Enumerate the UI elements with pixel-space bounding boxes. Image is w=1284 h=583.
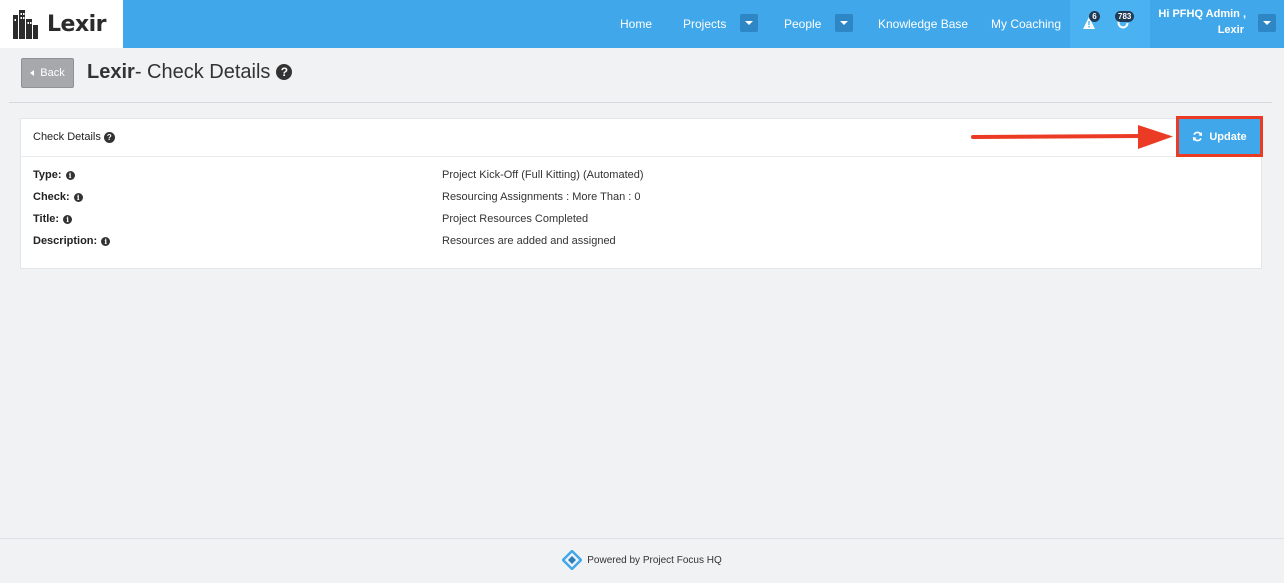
nav-home-label: Home: [620, 17, 653, 31]
nav-my-coaching[interactable]: My Coaching: [991, 0, 1061, 48]
check-value: Resourcing Assignments : More Than : 0: [442, 191, 641, 203]
type-label-text: Type:: [33, 169, 62, 181]
notifications-area: 6 783: [1070, 0, 1150, 48]
nav-people-label: People: [784, 17, 822, 31]
nav-knowledge-base[interactable]: Knowledge Base: [878, 0, 968, 48]
back-button-label: Back: [40, 67, 65, 79]
info-icon[interactable]: i: [63, 214, 73, 224]
update-button-label: Update: [1209, 130, 1247, 143]
info-icon[interactable]: i: [101, 236, 111, 246]
type-label: Type: i: [33, 168, 75, 182]
type-value: Project Kick-Off (Full Kitting) (Automat…: [442, 169, 644, 181]
brand-logo[interactable]: Lexir: [0, 0, 123, 48]
caret-left-icon: [30, 70, 35, 76]
footer-text[interactable]: Powered by Project Focus HQ: [587, 555, 722, 566]
description-value: Resources are added and assigned: [442, 235, 616, 247]
title-label: Title: i: [33, 212, 73, 226]
description-label-text: Description:: [33, 235, 98, 247]
back-button[interactable]: Back: [21, 58, 74, 88]
top-navbar: Lexir Home Projects People Knowledge Bas…: [0, 0, 1284, 48]
nav-projects[interactable]: Projects: [683, 0, 726, 48]
footer-divider: [0, 538, 1284, 539]
footer: Powered by Project Focus HQ: [0, 549, 1284, 571]
page-title-text: - Check Details: [134, 60, 271, 83]
alerts-count-badge: 6: [1089, 11, 1100, 22]
nav-my-coaching-label: My Coaching: [991, 17, 1062, 31]
people-dropdown-toggle[interactable]: [835, 14, 853, 32]
project-focus-logo-icon: [562, 550, 583, 570]
title-label-text: Title:: [33, 213, 60, 225]
logo-text: Lexir: [47, 11, 107, 37]
refresh-icon: [1193, 131, 1203, 142]
page-title-project: Lexir: [87, 60, 135, 83]
nav-home[interactable]: Home: [620, 0, 652, 48]
update-button[interactable]: Update: [1179, 119, 1260, 154]
user-greeting[interactable]: Hi PFHQ Admin , Lexir: [1150, 7, 1246, 37]
update-button-highlight: Update: [1176, 116, 1263, 157]
header-divider: [9, 102, 1272, 103]
check-label-text: Check:: [33, 191, 70, 203]
user-greeting-org: Lexir: [1217, 24, 1244, 36]
help-icon[interactable]: ?: [276, 64, 293, 80]
chevron-down-icon: [745, 21, 753, 25]
sync-count-badge: 783: [1115, 11, 1135, 22]
nav-projects-label: Projects: [683, 17, 727, 31]
panel-title: Check Details ?: [33, 131, 115, 143]
info-icon[interactable]: i: [65, 170, 75, 180]
user-menu-toggle[interactable]: [1258, 14, 1276, 32]
annotation-arrow: [971, 125, 1173, 149]
info-icon[interactable]: i: [73, 192, 83, 202]
user-greeting-name: Hi PFHQ Admin ,: [1158, 8, 1246, 20]
chevron-down-icon: [840, 21, 848, 25]
description-label: Description: i: [33, 234, 111, 248]
nav-people[interactable]: People: [784, 0, 821, 48]
chevron-down-icon: [1263, 21, 1271, 25]
nav-knowledge-base-label: Knowledge Base: [878, 17, 969, 31]
title-value: Project Resources Completed: [442, 213, 589, 225]
check-label: Check: i: [33, 190, 83, 204]
help-icon[interactable]: ?: [103, 131, 115, 143]
building-logo-icon: [13, 10, 38, 39]
projects-dropdown-toggle[interactable]: [740, 14, 758, 32]
panel-title-text: Check Details: [33, 131, 101, 143]
page-title: Lexir - Check Details ?: [87, 59, 293, 85]
